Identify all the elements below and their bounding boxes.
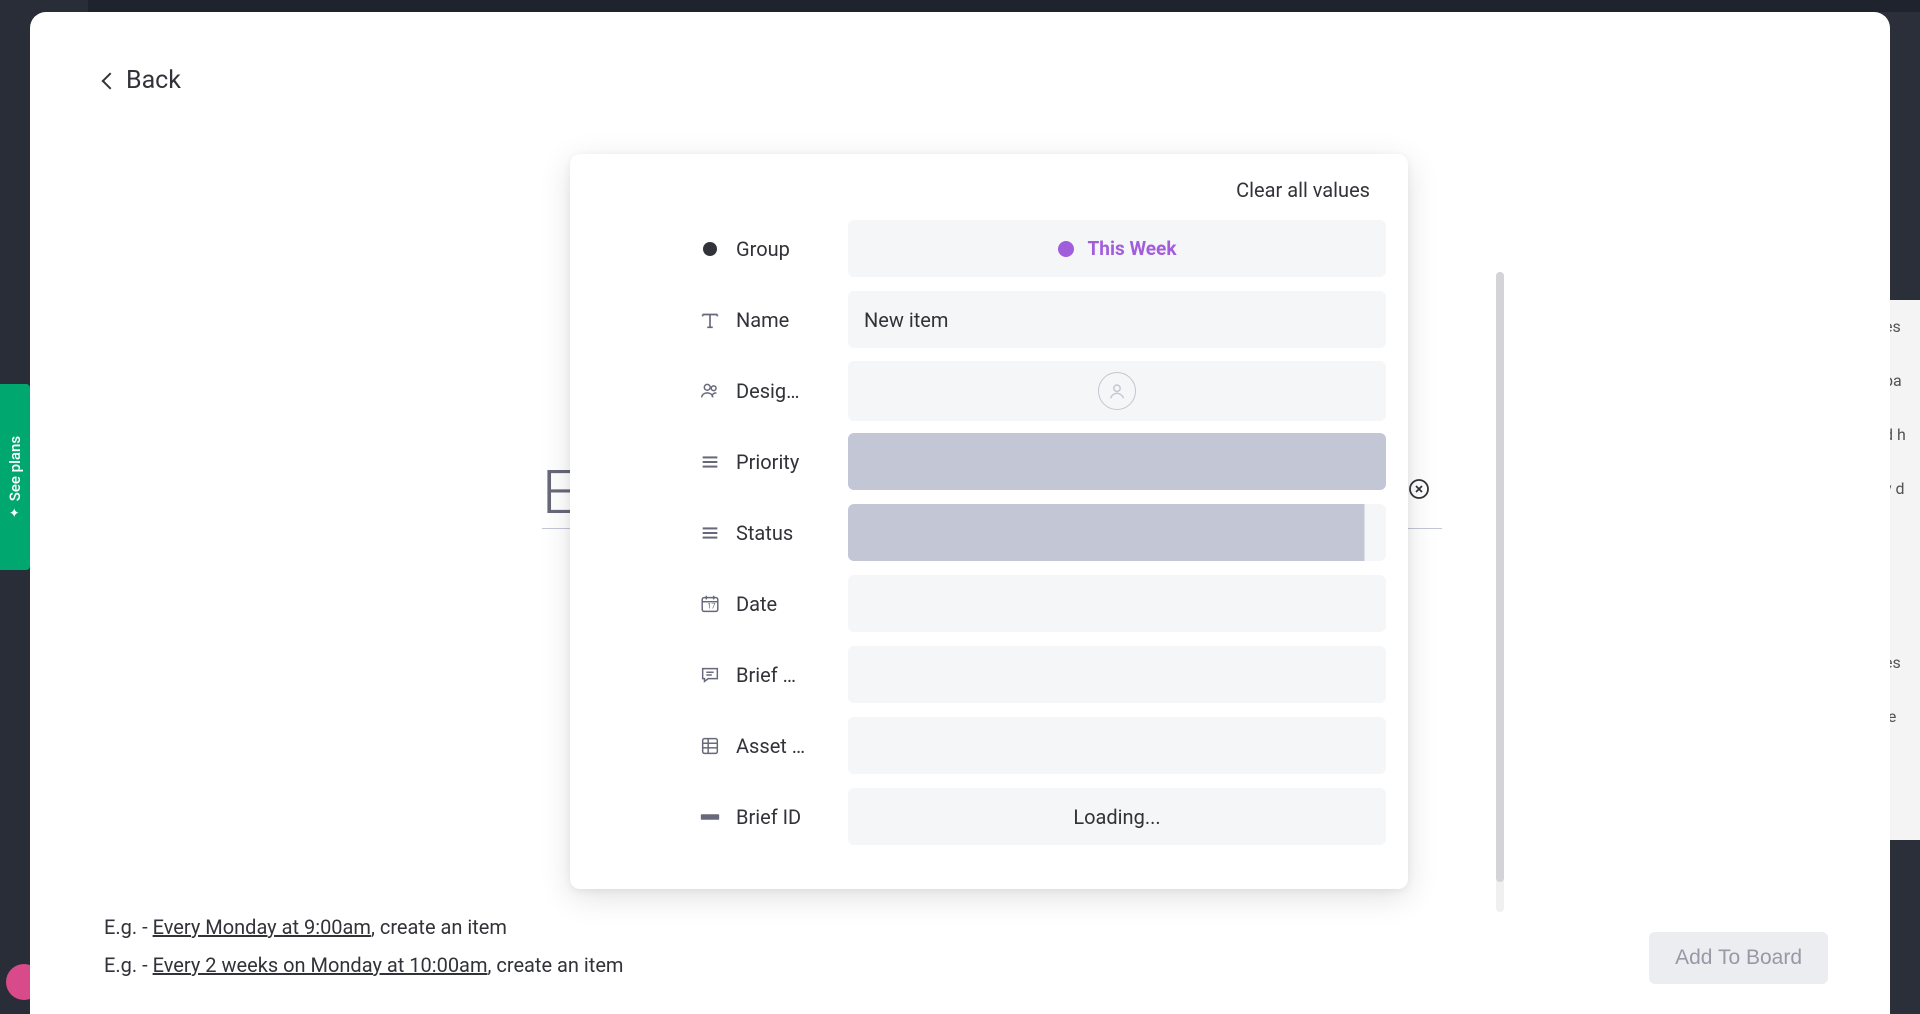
close-icon[interactable] [1406, 476, 1432, 502]
field-row-brief-id: Brief ID Loading... [698, 788, 1386, 845]
person-placeholder-icon [1098, 372, 1136, 410]
see-plans-tab[interactable]: ✦ See plans [0, 384, 30, 570]
calendar-icon: 17 [698, 592, 722, 616]
examples-text: E.g. - Every Monday at 9:00am, create an… [104, 908, 623, 984]
field-label-group: Group [698, 237, 848, 261]
field-value-group[interactable]: This Week [848, 220, 1386, 277]
field-row-name: Name New item [698, 291, 1386, 348]
field-label-name: Name [698, 308, 848, 332]
field-row-brief: Brief … [698, 646, 1386, 703]
status-picker[interactable] [848, 504, 1386, 561]
field-label-designer: Desig… [698, 379, 848, 403]
see-plans-label: See plans [6, 436, 24, 501]
field-label-brief-id: Brief ID [698, 805, 848, 829]
field-label-date: 17 Date [698, 592, 848, 616]
field-row-date: 17 Date [698, 575, 1386, 632]
item-form-card: Clear all values Group This Week [570, 154, 1408, 889]
field-row-priority: Priority [698, 433, 1386, 490]
designer-picker[interactable] [848, 361, 1386, 421]
background-topbar [0, 0, 1920, 12]
field-label-status: Status [698, 521, 848, 545]
status-bars-icon [698, 450, 722, 474]
back-button[interactable]: Back [104, 66, 181, 95]
text-icon [698, 308, 722, 332]
field-row-status: Status [698, 504, 1386, 561]
field-label-priority: Priority [698, 450, 848, 474]
id-icon [698, 805, 722, 829]
date-picker[interactable] [848, 575, 1386, 632]
scrollbar-thumb[interactable] [1496, 272, 1504, 882]
clear-all-values-button[interactable]: Clear all values [698, 178, 1380, 202]
form-fields: Group This Week Name New item [698, 220, 1386, 845]
name-input[interactable]: New item [848, 291, 1386, 348]
asset-picker[interactable] [848, 717, 1386, 774]
add-to-board-button[interactable]: Add To Board [1649, 932, 1828, 984]
people-icon [698, 379, 722, 403]
sparkle-icon: ✦ [8, 507, 23, 518]
brief-input[interactable] [848, 646, 1386, 703]
back-label: Back [126, 66, 181, 95]
field-row-asset: Asset … [698, 717, 1386, 774]
chevron-left-icon [102, 72, 119, 89]
scrollbar-track[interactable] [1496, 272, 1504, 912]
status-bars-icon [698, 521, 722, 545]
group-color-dot [1058, 241, 1074, 257]
brief-id-value: Loading... [848, 788, 1386, 845]
field-row-group: Group This Week [698, 220, 1386, 277]
chat-icon [698, 663, 722, 687]
board-icon [698, 734, 722, 758]
field-label-asset: Asset … [698, 734, 848, 758]
priority-picker[interactable] [848, 433, 1386, 490]
svg-text:17: 17 [707, 601, 715, 610]
field-row-designer: Desig… [698, 362, 1386, 419]
field-label-brief: Brief … [698, 663, 848, 687]
bottom-row: E.g. - Every Monday at 9:00am, create an… [104, 908, 1828, 984]
group-dot-icon [698, 237, 722, 261]
modal-sheet: Back E Clear all values Group This Week [30, 12, 1890, 1014]
